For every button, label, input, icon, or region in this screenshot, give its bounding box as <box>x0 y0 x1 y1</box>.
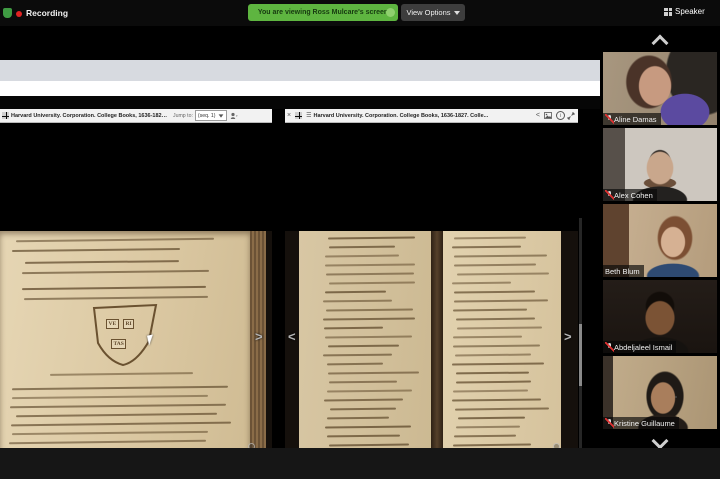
participant-name-badge: Beth Blum <box>603 265 644 277</box>
right-panel-canvas[interactable]: < > <box>285 231 578 477</box>
gallery-view-icon[interactable] <box>295 112 303 119</box>
next-page-chevron[interactable]: > <box>255 329 263 344</box>
recording-label: Recording <box>26 8 69 18</box>
jump-to-select[interactable]: (seq. 1) <box>194 110 227 121</box>
list-view-icon[interactable]: ☰ <box>306 112 311 119</box>
previous-page-chevron[interactable]: < <box>288 329 296 344</box>
manuscript-text-lines <box>9 385 243 450</box>
participant-name-badge: Abdeljaleel Ismail <box>603 341 677 353</box>
participant-name-badge: Aline Damas <box>603 113 661 125</box>
zoom-bottom-toolbar: e Start Video Invite 19 Participants Sha… <box>0 448 720 479</box>
recording-dot-icon <box>16 11 22 17</box>
left-panel-title: Harvard University. Corporation. College… <box>11 112 169 119</box>
zoom-meeting-window: Recording You are viewing Ross Mulcare's… <box>0 0 720 479</box>
encryption-shield-icon <box>3 8 12 18</box>
shield-letters-ri: RI <box>123 319 135 329</box>
window-menu-icon[interactable] <box>2 112 9 119</box>
mic-muted-icon <box>605 189 614 200</box>
participant-video-kristine-guillaume[interactable]: Kristine Guillaume <box>603 356 717 429</box>
chevron-down-icon <box>218 113 223 118</box>
participant-video-abdeljaleel-ismail[interactable]: Abdeljaleel Ismail <box>603 280 717 353</box>
manuscript-name-column <box>323 236 425 477</box>
shield-letters-tas: TAS <box>111 339 127 349</box>
chevron-down-icon <box>453 10 460 15</box>
left-panel-canvas[interactable]: VE RI TAS > <box>0 231 272 477</box>
book-gutter <box>431 231 443 477</box>
manuscript-text-lines <box>10 237 236 259</box>
book-edge <box>250 231 266 477</box>
collapse-strip-chevron[interactable] <box>652 32 668 48</box>
browser-tab-strip: d Mirador Viewer × E Epidemic - Influenz… <box>0 60 600 141</box>
mic-muted-icon <box>605 113 614 124</box>
participant-video-alex-cohen[interactable]: Alex Cohen <box>603 128 717 201</box>
close-panel-icon[interactable]: × <box>287 112 291 119</box>
right-panel-title: Harvard University. Corporation. College… <box>313 112 489 119</box>
user-menu-icon[interactable] <box>230 112 238 120</box>
next-page-chevron[interactable]: > <box>564 329 572 344</box>
participant-name-badge: Alex Cohen <box>603 189 657 201</box>
right-panel-header: × ☰ Harvard University. Corporation. Col… <box>285 109 578 123</box>
participant-video-aline-damas[interactable]: Aline Damas <box>603 52 717 125</box>
grid-view-icon <box>664 7 672 16</box>
participant-name-badge: Kristine Guillaume <box>603 417 679 429</box>
speaker-label: Speaker <box>675 7 705 16</box>
fullscreen-icon[interactable] <box>567 112 575 120</box>
jump-to-label: Jump to: <box>173 112 193 119</box>
participant-video-beth-blum[interactable]: Beth Blum <box>603 204 717 277</box>
vertical-scrollbar-thumb[interactable] <box>579 324 582 386</box>
speaker-view-toggle[interactable]: Speaker <box>664 7 705 16</box>
mirador-workspace: Harvard University. Corporation. College… <box>0 109 600 479</box>
image-view-icon[interactable] <box>544 112 552 119</box>
shield-letters-ve: VE <box>106 319 119 329</box>
info-icon[interactable]: i <box>556 111 565 120</box>
mic-muted-icon <box>605 417 614 428</box>
mic-muted-icon <box>605 341 614 352</box>
manuscript-text-lines <box>48 372 206 383</box>
share-icon[interactable]: < <box>536 112 540 119</box>
participant-video-strip: Aline Damas Alex Cohen Beth Blum Abdelja… <box>600 26 720 448</box>
view-options-label: View Options <box>406 8 451 17</box>
manuscript-name-column <box>451 236 553 477</box>
screen-share-banner-text: You are viewing Ross Mulcare's screen <box>257 9 389 16</box>
shield-icon <box>386 8 395 17</box>
zoom-top-bar: Recording You are viewing Ross Mulcare's… <box>0 0 720 26</box>
manuscript-text-lines <box>18 260 234 281</box>
view-options-button[interactable]: View Options <box>401 4 465 21</box>
browser-address-bar: ↻ iiif.lib.harvard.edu/manifests/view/dr… <box>0 81 600 174</box>
screen-share-banner: You are viewing Ross Mulcare's screen <box>248 4 398 21</box>
mirador-toolbar: HARVARD LIBRARY VIEWER Search A View Tex… <box>0 96 600 204</box>
left-panel-header: Harvard University. Corporation. College… <box>0 109 272 123</box>
